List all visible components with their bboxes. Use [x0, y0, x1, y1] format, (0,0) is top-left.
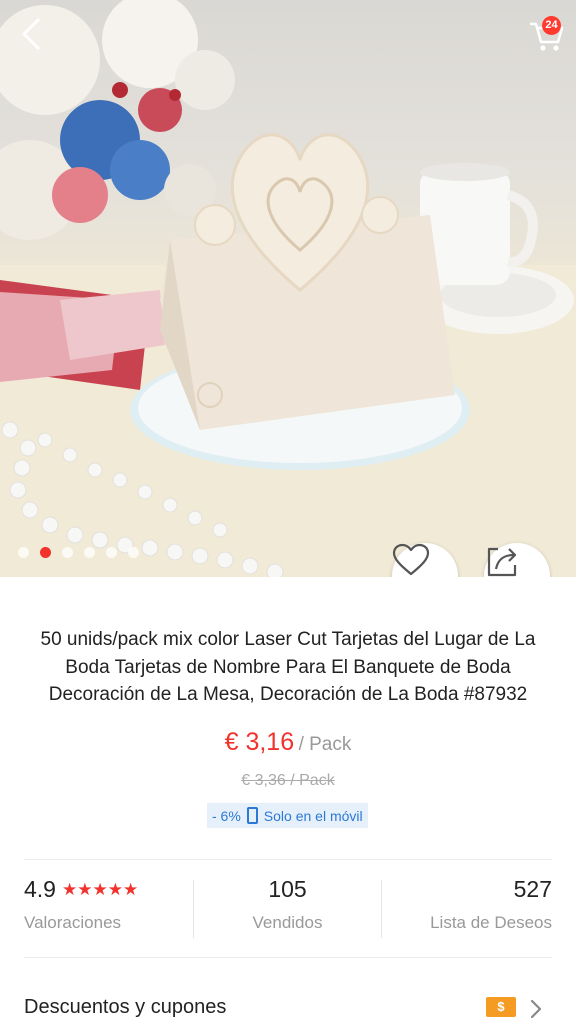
coupons-row[interactable]: Descuentos y cupones $ — [0, 984, 576, 1024]
rating-label: Valoraciones — [24, 913, 122, 932]
current-price: € 3,16 — [224, 728, 295, 756]
rating-value: 4.9 — [24, 876, 56, 902]
sold-stat: 105 Vendidos — [194, 876, 381, 946]
price-unit: / Pack — [298, 734, 352, 755]
price-row: € 3,16 / Pack — [0, 728, 576, 757]
back-button[interactable] — [12, 10, 52, 58]
chevron-right-icon — [530, 999, 542, 1019]
pagination-dot[interactable] — [106, 547, 117, 558]
heart-icon — [392, 543, 430, 576]
pagination-dot[interactable] — [128, 547, 139, 558]
pagination-dot-active[interactable] — [40, 547, 51, 558]
phone-icon — [246, 807, 258, 824]
pagination-dot[interactable] — [18, 547, 29, 558]
mobile-discount-badge: - 6% Solo en el móvil — [207, 803, 368, 828]
original-price: € 3,36 / Pack — [241, 772, 335, 789]
mobile-only-label: Solo en el móvil — [263, 807, 363, 824]
pagination-dot[interactable] — [84, 547, 95, 558]
cart-count-badge: 24 — [542, 16, 561, 35]
sold-value: 105 — [268, 876, 307, 902]
share-icon — [487, 547, 517, 577]
sold-label: Vendidos — [252, 913, 323, 932]
wishlist-value: 527 — [513, 876, 552, 902]
product-page: 24 50 unids/pack mix color Laser Cut Tar… — [0, 0, 576, 1024]
divider — [24, 957, 552, 958]
wishlist-label: Lista de Deseos — [430, 913, 552, 932]
pagination-dot[interactable] — [62, 547, 73, 558]
discount-percent: - 6% — [212, 807, 241, 824]
product-stats: 4.9 ★★★★★ Valoraciones 105 Vendidos 527 L… — [0, 876, 576, 946]
rating-stat[interactable]: 4.9 ★★★★★ Valoraciones — [24, 876, 138, 946]
product-photo — [0, 0, 576, 577]
coupon-icon: $ — [486, 997, 516, 1017]
divider — [24, 859, 552, 860]
coupons-label: Descuentos y cupones — [24, 996, 227, 1018]
rating-stars-icon: ★★★★★ — [61, 880, 139, 899]
product-image-gallery[interactable]: 24 — [0, 0, 576, 577]
product-title: 50 unids/pack mix color Laser Cut Tarjet… — [40, 629, 536, 705]
chevron-left-icon — [22, 18, 40, 50]
wishlist-stat[interactable]: 527 Lista de Deseos — [382, 876, 552, 946]
gallery-pagination — [18, 547, 139, 558]
